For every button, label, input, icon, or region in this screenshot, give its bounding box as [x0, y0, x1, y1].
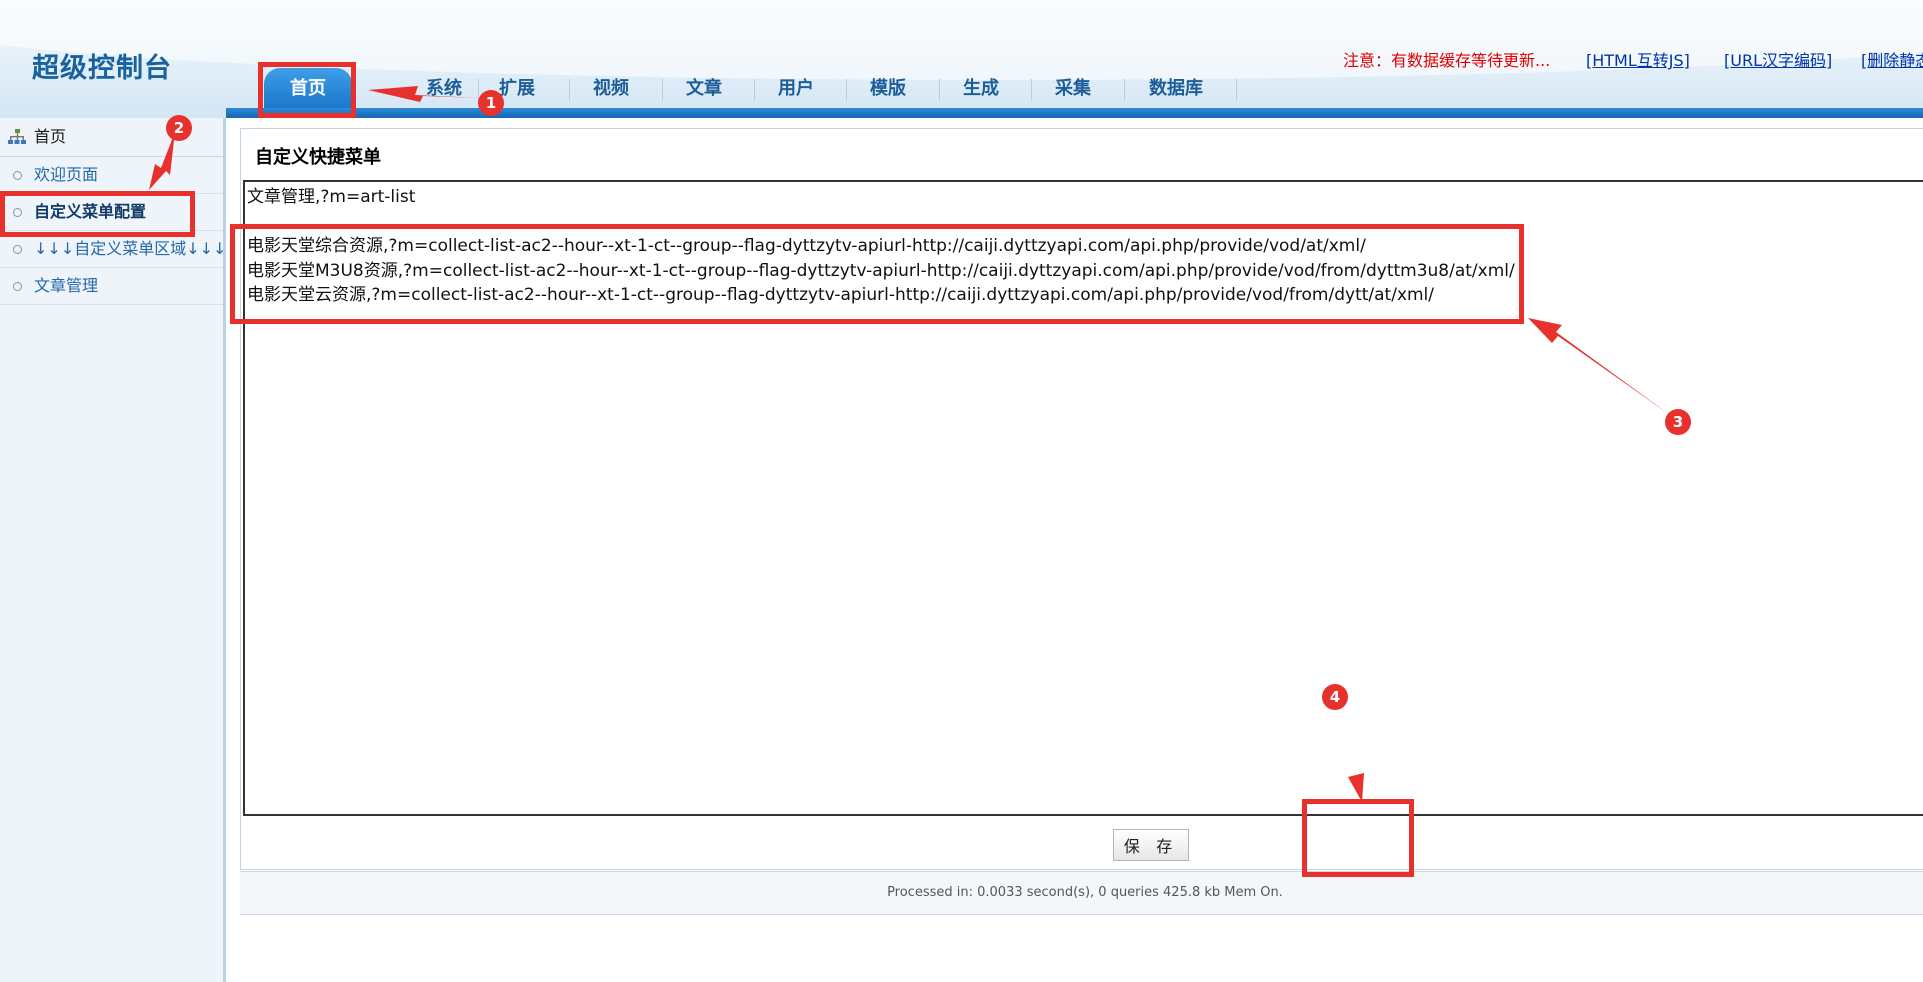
tab-database[interactable]: 数据库 [1131, 70, 1221, 108]
annotation-number-4: 4 [1322, 684, 1348, 710]
save-button[interactable]: 保 存 [1113, 829, 1189, 861]
menu-config-textarea[interactable]: 文章管理,?m=art-list 电影天堂综合资源,?m=collect-lis… [243, 180, 1923, 816]
circle-bullet-icon [13, 245, 22, 254]
nav-divider [846, 79, 847, 101]
annotation-number-1: 1 [478, 90, 504, 116]
sidebar: 首页 欢迎页面 自定义菜单配置 ↓↓↓自定义菜单区域↓↓↓ 文章管理 [0, 118, 226, 982]
sidebar-item-custom-menu-config[interactable]: 自定义菜单配置 [0, 194, 223, 231]
circle-bullet-icon [13, 171, 22, 180]
status-footer: Processed in: 0.0033 second(s), 0 querie… [240, 871, 1923, 915]
circle-bullet-icon [13, 208, 22, 217]
sidebar-item-label: 文章管理 [34, 276, 99, 295]
sidebar-item-custom-menu-area[interactable]: ↓↓↓自定义菜单区域↓↓↓ [0, 231, 227, 268]
tab-generate[interactable]: 生成 [946, 70, 1016, 108]
sitemap-icon [8, 129, 26, 144]
sidebar-item-label: 欢迎页面 [34, 165, 99, 184]
circle-bullet-icon [13, 282, 22, 291]
sidebar-header-label: 首页 [34, 127, 67, 146]
page-title: 自定义快捷菜单 [255, 147, 381, 168]
tab-system[interactable]: 系统 [408, 70, 480, 108]
annotation-number-3: 3 [1665, 409, 1691, 435]
sidebar-item-label: 自定义菜单配置 [34, 202, 147, 221]
tab-video[interactable]: 视频 [576, 70, 646, 108]
nav-divider [569, 79, 570, 101]
nav-divider [1031, 79, 1032, 101]
cache-notice: 注意：有数据缓存等待更新... [1343, 51, 1551, 70]
tab-template[interactable]: 模版 [853, 70, 923, 108]
nav-divider [1236, 79, 1237, 101]
tab-collect[interactable]: 采集 [1038, 70, 1108, 108]
delete-static-link[interactable]: [删除静态 [1861, 47, 1923, 71]
editor-line: 电影天堂综合资源,?m=collect-list-ac2--hour--xt-1… [247, 236, 1366, 256]
nav-divider [939, 79, 940, 101]
editor-line: 文章管理,?m=art-list [247, 187, 416, 207]
url-encode-link[interactable]: [URL汉字编码] [1724, 47, 1832, 71]
nav-divider [662, 79, 663, 101]
sidebar-item-article-manage[interactable]: 文章管理 [0, 268, 223, 305]
annotation-number-2: 2 [166, 115, 192, 141]
tab-user[interactable]: 用户 [761, 70, 831, 108]
sidebar-item-welcome[interactable]: 欢迎页面 [0, 157, 223, 194]
tab-article[interactable]: 文章 [669, 70, 739, 108]
main-panel: 自定义快捷菜单 文章管理,?m=art-list 电影天堂综合资源,?m=col… [240, 128, 1923, 870]
editor-line: 电影天堂云资源,?m=collect-list-ac2--hour--xt-1-… [247, 285, 1435, 305]
nav-divider [754, 79, 755, 101]
sidebar-item-label: ↓↓↓自定义菜单区域↓↓↓ [34, 239, 227, 258]
editor-line: 电影天堂M3U8资源,?m=collect-list-ac2--hour--xt… [247, 260, 1515, 281]
app-logo: 超级控制台 [32, 53, 172, 84]
top-header: 超级控制台 注意：有数据缓存等待更新... [HTML互转JS] [URL汉字编… [0, 0, 1923, 118]
html-to-js-link[interactable]: [HTML互转JS] [1586, 47, 1690, 71]
tab-home[interactable]: 首页 [264, 68, 352, 108]
nav-divider [1124, 79, 1125, 101]
